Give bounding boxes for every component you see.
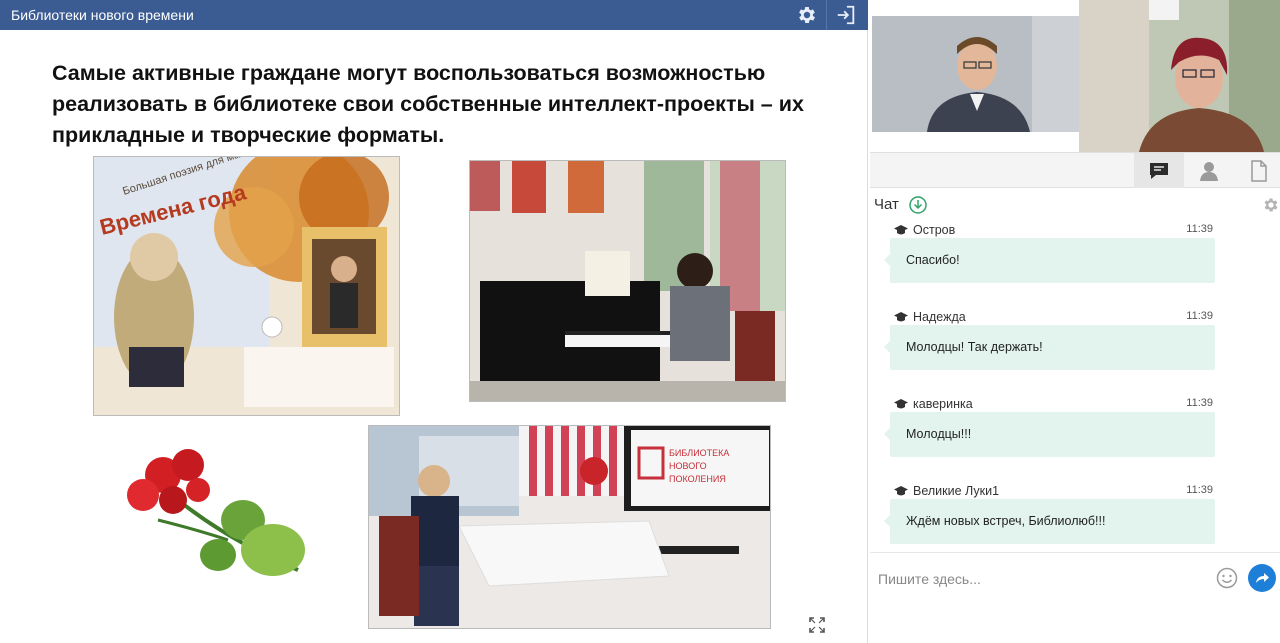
- tab-files[interactable]: [1234, 153, 1280, 188]
- message-input[interactable]: [878, 564, 1208, 594]
- library-sign-line-2: НОВОГО: [669, 461, 707, 471]
- gear-icon: [799, 7, 815, 23]
- slide-heading: Самые активные граждане могут воспользов…: [52, 61, 804, 147]
- chat-header: Чат: [870, 188, 1280, 220]
- presentation-panel: Библиотеки нового времени Самые активные…: [0, 0, 868, 643]
- message-time: 11:39: [1186, 397, 1213, 409]
- message-time: 11:39: [1186, 223, 1213, 235]
- message-author: Великие Луки1: [913, 484, 1000, 498]
- message-author: Остров: [913, 223, 956, 237]
- graduation-cap-icon: [894, 225, 908, 235]
- smiley-icon: [1216, 567, 1238, 589]
- fullscreen-button[interactable]: [808, 616, 826, 634]
- graduation-cap-icon: [894, 486, 908, 496]
- library-reading-photo: БИБЛИОТЕКА НОВОГО ПОКОЛЕНИЯ: [368, 425, 771, 629]
- file-icon: [1251, 159, 1267, 182]
- message-author: каверинка: [913, 397, 973, 411]
- library-sign-line-3: ПОКОЛЕНИЯ: [669, 474, 726, 484]
- message-header: Надежда 11:39: [890, 309, 1215, 325]
- tab-chat[interactable]: [1134, 153, 1184, 188]
- tab-participants[interactable]: [1184, 153, 1234, 188]
- presentation-header: Библиотеки нового времени: [0, 0, 868, 30]
- message-text: Ждём новых встреч, Библиолюб!!!: [906, 514, 1106, 528]
- message-bubble: Молодцы!!!: [884, 412, 1215, 457]
- library-sign-line-1: БИБЛИОТЕКА: [669, 448, 729, 458]
- user-icon: [1200, 161, 1218, 181]
- download-chat-button[interactable]: [909, 196, 927, 214]
- chat-settings-button[interactable]: [1262, 196, 1280, 214]
- message-author: Надежда: [913, 310, 966, 324]
- message-text: Молодцы!!!: [906, 427, 972, 441]
- message-header: Остров 11:39: [890, 222, 1215, 238]
- exit-presentation-button[interactable]: [826, 0, 864, 30]
- chat-messages: Остров 11:39 Спасибо! Надежда 11:39 Моло…: [870, 220, 1280, 550]
- geranium-flower-image: [118, 440, 318, 590]
- presentation-title: Библиотеки нового времени: [11, 7, 194, 23]
- send-arrow-icon: [1256, 573, 1269, 583]
- video-feed-presenter[interactable]: [872, 16, 1079, 132]
- message-header: Великие Луки1 11:39: [890, 483, 1215, 499]
- emoji-button[interactable]: [1216, 567, 1238, 589]
- chat-message: Надежда 11:39 Молодцы! Так держать!: [884, 307, 1215, 377]
- expand-icon: [809, 617, 825, 633]
- graduation-cap-icon: [894, 399, 908, 409]
- presentation-settings-button[interactable]: [788, 0, 826, 30]
- graduation-cap-icon: [894, 312, 908, 322]
- book-exhibition-photo: Большая поэзия для маленьких детейВремен…: [93, 156, 400, 416]
- download-icon: [909, 196, 927, 214]
- piano-photo: [469, 160, 786, 402]
- video-area: [870, 0, 1280, 152]
- message-text: Спасибо!: [906, 253, 960, 267]
- chat-icon: [1150, 162, 1168, 179]
- chat-message: Великие Луки1 11:39 Ждём новых встреч, Б…: [884, 481, 1215, 551]
- gear-icon: [1264, 198, 1278, 212]
- chat-title: Чат: [874, 196, 899, 213]
- send-button[interactable]: [1248, 564, 1276, 592]
- message-bubble: Молодцы! Так держать!: [884, 325, 1215, 370]
- message-text: Молодцы! Так держать!: [906, 340, 1043, 354]
- webinar-app: Библиотеки нового времени Самые активные…: [0, 0, 1280, 643]
- message-header: каверинка 11:39: [890, 396, 1215, 412]
- message-bubble: Ждём новых встреч, Библиолюб!!!: [884, 499, 1215, 544]
- message-bubble: Спасибо!: [884, 238, 1215, 283]
- sign-in-icon: [837, 5, 854, 25]
- side-tabs: [870, 152, 1280, 188]
- video-feed-participant[interactable]: [1079, 0, 1280, 152]
- message-time: 11:39: [1186, 484, 1213, 496]
- chat-message: каверинка 11:39 Молодцы!!!: [884, 394, 1215, 464]
- message-composer: [870, 552, 1280, 604]
- side-panel: Чат Остров 11:39 Спасибо! Надежда 11:39 …: [870, 0, 1280, 643]
- chat-message: Остров 11:39 Спасибо!: [884, 220, 1215, 290]
- message-time: 11:39: [1186, 310, 1213, 322]
